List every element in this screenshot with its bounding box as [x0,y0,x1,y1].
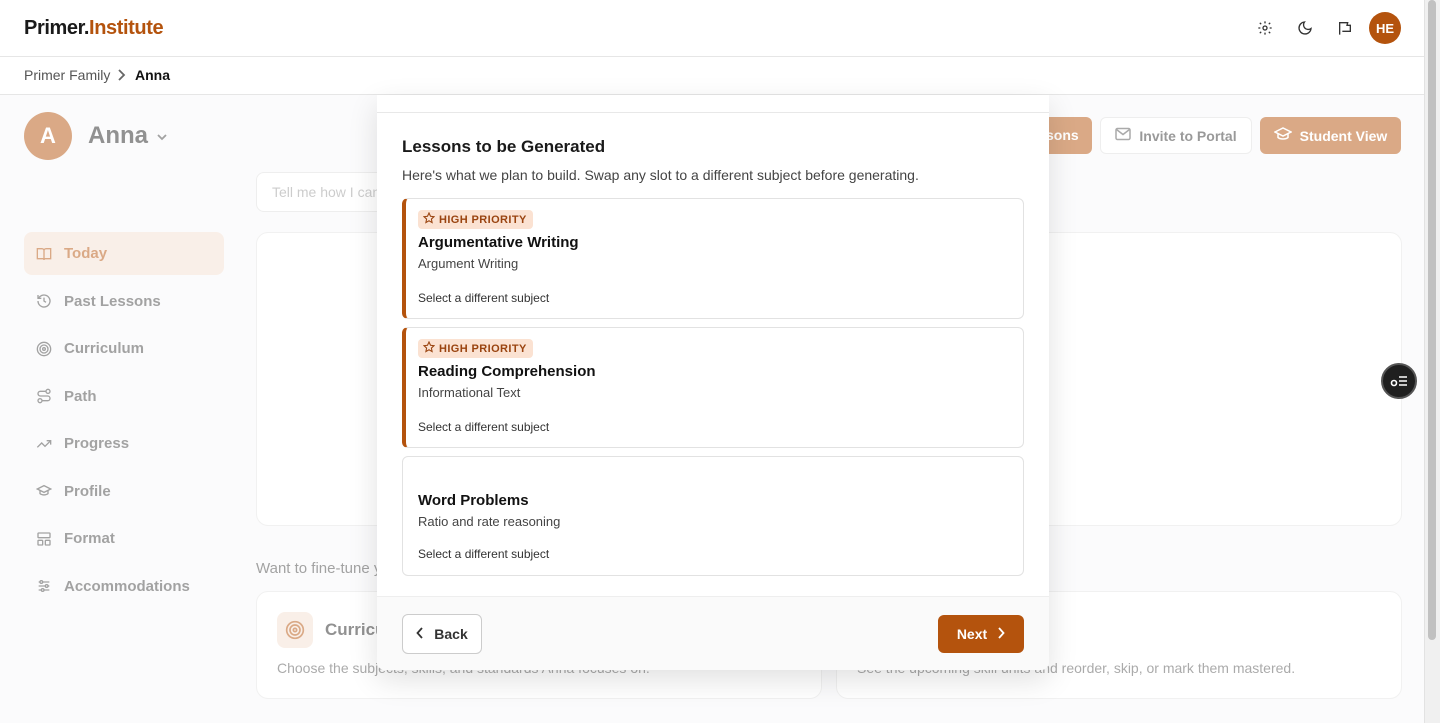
badge-label: HIGH PRIORITY [439,213,527,226]
scrollbar-thumb[interactable] [1428,0,1436,640]
slot-subtitle: Ratio and rate reasoning [418,514,561,529]
badge-label: HIGH PRIORITY [439,342,527,355]
chevron-right-icon [116,68,126,85]
high-priority-badge: HIGH PRIORITY [418,210,533,229]
slot-title: Reading Comprehension [418,363,596,380]
back-button[interactable]: Back [402,614,482,654]
lesson-slot: Word Problems Ratio and rate reasoning S… [402,456,1024,576]
back-label: Back [434,626,468,642]
lesson-slot: HIGH PRIORITY Reading Comprehension Info… [402,327,1024,448]
select-different-subject-link[interactable]: Select a different subject [418,291,549,305]
generate-lessons-modal: Lessons to be Generated Here's what we p… [377,95,1049,670]
user-avatar[interactable]: HE [1369,12,1401,44]
flag-icon[interactable] [1334,17,1356,39]
modal-footer: Back Next [377,596,1049,670]
logo-text-accent: Institute [89,17,164,39]
breadcrumb-current: Anna [135,67,170,83]
app-logo[interactable]: Primer.Institute [24,17,164,40]
moon-icon[interactable] [1294,17,1316,39]
next-label: Next [956,626,988,642]
chevron-left-icon [416,626,424,642]
star-icon [422,211,436,227]
chevron-right-icon [997,626,1005,642]
select-different-subject-link[interactable]: Select a different subject [418,420,549,434]
slot-subtitle: Argument Writing [418,256,519,271]
slot-title: Word Problems [418,492,529,509]
select-different-subject-link[interactable]: Select a different subject [418,547,549,561]
lesson-slot: HIGH PRIORITY Argumentative Writing Argu… [402,198,1024,319]
star-icon [422,340,436,356]
slot-subtitle: Informational Text [418,385,521,400]
logo-text-primary: Primer. [24,17,90,39]
gear-icon[interactable] [1254,17,1276,39]
breadcrumb-parent[interactable]: Primer Family [24,67,110,83]
modal-title: Lessons to be Generated [402,137,606,156]
assistant-toggle-icon[interactable] [1381,363,1417,399]
breadcrumb: Primer Family Anna [0,57,1424,95]
next-button[interactable]: Next [938,615,1024,653]
top-bar: Primer.Institute HE [0,0,1424,57]
high-priority-badge: HIGH PRIORITY [418,339,533,358]
modal-header-strip [377,95,1049,113]
slot-title: Argumentative Writing [418,234,579,251]
modal-subtitle: Here's what we plan to build. Swap any s… [402,167,919,183]
